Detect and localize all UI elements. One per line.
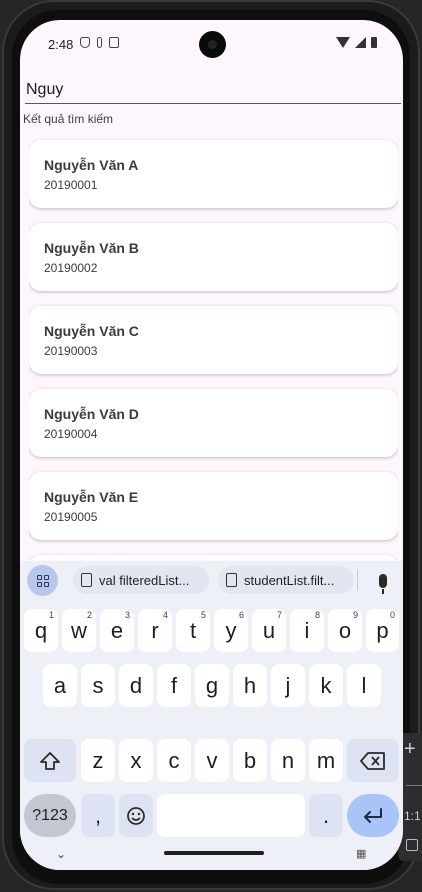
on-screen-keyboard: val filteredList... studentList.filt... … [20, 561, 403, 870]
cell-signal-icon [355, 37, 366, 48]
backspace-key[interactable] [347, 739, 399, 782]
shield-icon [80, 37, 90, 48]
screenshot-icon[interactable] [406, 839, 418, 851]
status-time: 2:48 [48, 37, 74, 52]
backspace-icon [360, 751, 385, 770]
enter-key[interactable] [347, 794, 399, 837]
key-m[interactable]: m [309, 739, 343, 782]
search-input[interactable] [26, 78, 386, 102]
panel-divider [406, 785, 422, 786]
student-id: 20190001 [44, 178, 98, 192]
key-d[interactable]: d [119, 664, 153, 707]
keyboard-apps-button[interactable] [27, 565, 58, 596]
clipboard-suggestion[interactable]: studentList.filt... [218, 566, 354, 594]
microphone-icon [379, 574, 387, 594]
spacebar[interactable] [157, 794, 305, 837]
notification-icons [80, 37, 119, 48]
clipboard-icon [81, 573, 92, 587]
student-name: Nguyễn Văn E [44, 489, 139, 505]
mic-icon [97, 37, 102, 48]
battery-icon [371, 37, 377, 48]
student-id: 20190003 [44, 344, 98, 358]
student-name: Nguyễn Văn C [44, 323, 139, 339]
student-card[interactable]: Nguyễn Văn D 20190004 [29, 389, 398, 457]
student-id: 20190004 [44, 427, 98, 441]
phone-screen: 2:48 Kết quả tìm kiếm Nguyễn Văn A 20190… [20, 20, 403, 870]
student-card-partial[interactable] [29, 555, 398, 560]
key-a[interactable]: a [43, 664, 77, 707]
clipboard-icon [109, 37, 119, 48]
system-icons [336, 37, 377, 48]
status-bar: 2:48 [20, 20, 403, 68]
wifi-icon [336, 37, 350, 48]
keyboard-switch-icon[interactable]: ▦ [356, 847, 366, 860]
voice-input-button[interactable] [369, 567, 397, 595]
student-name: Nguyễn Văn A [44, 157, 139, 173]
key-k[interactable]: k [309, 664, 343, 707]
key-n[interactable]: n [271, 739, 305, 782]
emoji-icon [127, 806, 145, 825]
key-o[interactable]: o9 [328, 609, 362, 652]
key-z[interactable]: z [81, 739, 115, 782]
key-y[interactable]: y6 [214, 609, 248, 652]
chevron-down-icon[interactable]: ⌄ [56, 847, 66, 861]
front-camera [199, 31, 226, 58]
key-r[interactable]: r4 [138, 609, 172, 652]
key-i[interactable]: i8 [290, 609, 324, 652]
key-l[interactable]: l [347, 664, 381, 707]
key-c[interactable]: c [157, 739, 191, 782]
zoom-ratio-button[interactable]: 1:1 [404, 809, 421, 823]
student-card[interactable]: Nguyễn Văn A 20190001 [29, 140, 398, 208]
key-h[interactable]: h [233, 664, 267, 707]
results-list[interactable]: Nguyễn Văn A 20190001 Nguyễn Văn B 20190… [29, 136, 398, 560]
symbols-key[interactable]: ?123 [24, 794, 76, 837]
student-name: Nguyễn Văn D [44, 406, 139, 422]
student-card[interactable]: Nguyễn Văn C 20190003 [29, 306, 398, 374]
student-card[interactable]: Nguyễn Văn E 20190005 [29, 472, 398, 540]
key-u[interactable]: u7 [252, 609, 286, 652]
student-name: Nguyễn Văn B [44, 240, 139, 256]
home-gesture-pill[interactable] [164, 851, 264, 855]
key-t[interactable]: t5 [176, 609, 210, 652]
key-x[interactable]: x [119, 739, 153, 782]
key-w[interactable]: w2 [62, 609, 96, 652]
enter-arrow-icon [364, 807, 382, 823]
shift-icon [40, 751, 60, 770]
clipboard-link-icon [226, 573, 237, 587]
navigation-bar: ⌄ ▦ [20, 847, 403, 870]
comma-key[interactable]: , [81, 794, 115, 837]
student-card[interactable]: Nguyễn Văn B 20190002 [29, 223, 398, 291]
key-j[interactable]: j [271, 664, 305, 707]
key-v[interactable]: v [195, 739, 229, 782]
search-field[interactable] [25, 76, 401, 104]
suggestion-bar: val filteredList... studentList.filt... [20, 561, 403, 601]
key-g[interactable]: g [195, 664, 229, 707]
shift-key[interactable] [24, 739, 76, 782]
period-key[interactable]: . [309, 794, 343, 837]
clipboard-suggestion[interactable]: val filteredList... [73, 566, 209, 594]
suggestion-text: val filteredList... [99, 572, 190, 588]
key-s[interactable]: s [81, 664, 115, 707]
grid-icon [36, 574, 49, 587]
key-b[interactable]: b [233, 739, 267, 782]
student-id: 20190002 [44, 261, 98, 275]
results-label: Kết quả tìm kiếm [23, 112, 114, 126]
suggestion-divider [357, 569, 358, 591]
key-q[interactable]: q1 [24, 609, 58, 652]
key-f[interactable]: f [157, 664, 191, 707]
emoji-key[interactable] [119, 794, 153, 837]
suggestion-text: studentList.filt... [244, 572, 335, 588]
key-e[interactable]: e3 [100, 609, 134, 652]
key-p[interactable]: p0 [366, 609, 399, 652]
student-id: 20190005 [44, 510, 98, 524]
zoom-in-button[interactable]: + [404, 739, 416, 759]
